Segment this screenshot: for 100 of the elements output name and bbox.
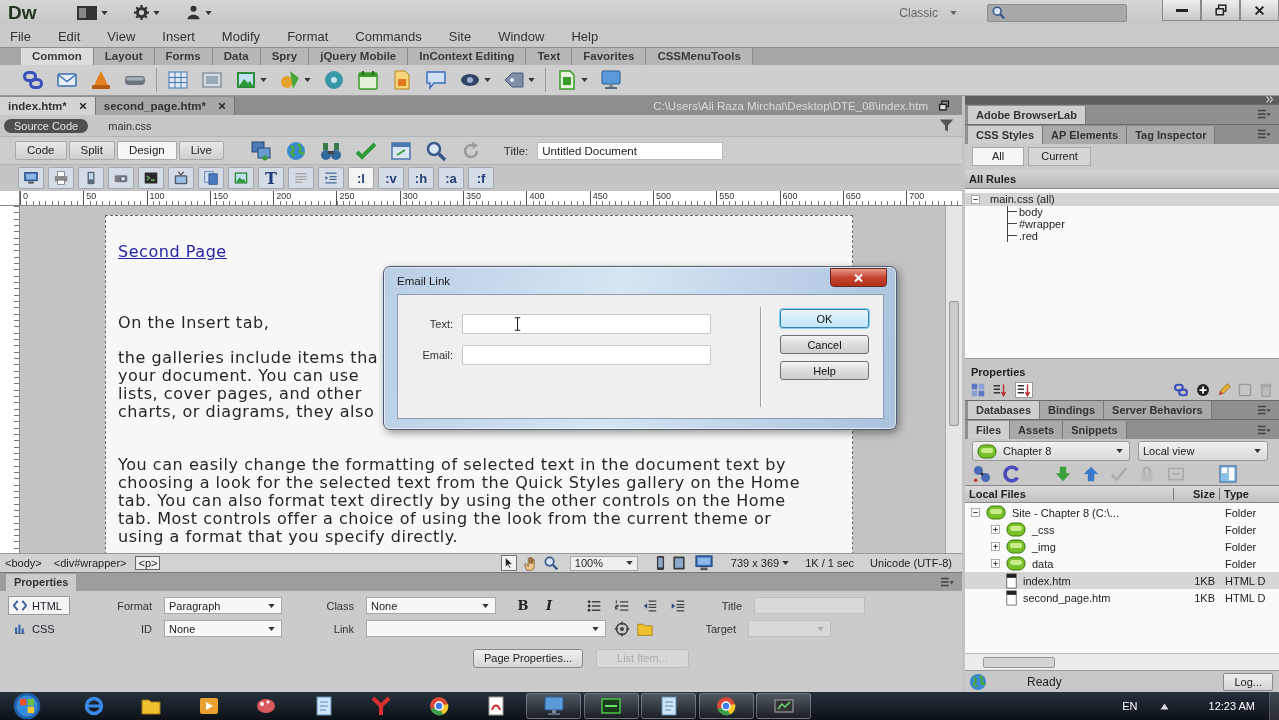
related-file-tab[interactable]: Source Code — [4, 118, 89, 133]
format-select[interactable]: Paragraph — [164, 597, 282, 614]
caret-icon[interactable] — [268, 603, 275, 608]
cone-icon[interactable] — [90, 70, 112, 90]
menu-item[interactable]: Window — [498, 28, 545, 44]
tree-item[interactable]: body — [1008, 205, 1069, 218]
taskbar-button[interactable] — [698, 693, 754, 719]
layout-icon[interactable] — [76, 5, 97, 20]
document-tab[interactable]: second_page.htm* — [95, 97, 236, 115]
horizontal-scrollbar[interactable] — [965, 653, 1279, 671]
view-button[interactable]: Design — [116, 141, 177, 160]
text-indent-icon[interactable] — [318, 167, 344, 189]
file-row[interactable]: Site - Chapter 8 (C:\... Folder — [965, 504, 1279, 522]
plus-circle-icon[interactable] — [1196, 382, 1210, 397]
pseudo-class-button[interactable]: :l — [348, 167, 374, 189]
printer-icon[interactable] — [48, 167, 74, 189]
monitor-icon[interactable] — [18, 167, 44, 189]
pencil-icon[interactable] — [1217, 382, 1231, 397]
hyperlink[interactable]: Second Page — [118, 243, 227, 261]
pseudo-class-button[interactable]: :h — [408, 167, 434, 189]
id-select[interactable]: None — [164, 620, 282, 637]
input-field[interactable] — [462, 345, 711, 365]
menu-item[interactable]: Site — [448, 28, 472, 44]
vertical-scrollbar[interactable] — [945, 206, 962, 553]
caret-icon[interactable] — [782, 561, 790, 565]
taskbar-button[interactable] — [583, 693, 639, 719]
menu-item[interactable]: Help — [571, 28, 599, 44]
folder-icon[interactable] — [141, 696, 161, 716]
view-button[interactable]: Live — [178, 141, 224, 160]
y-shape-icon[interactable] — [371, 696, 391, 716]
title-field[interactable]: Untitled Document — [537, 141, 724, 160]
menu-item[interactable]: File — [10, 28, 31, 44]
document-icon[interactable] — [486, 696, 506, 716]
window-panes-icon[interactable] — [1219, 465, 1237, 484]
arrow-up-icon[interactable] — [1083, 465, 1099, 484]
view-select[interactable]: Local view — [1138, 441, 1268, 462]
image-icon[interactable] — [228, 167, 254, 189]
panel-tab[interactable]: CSS Styles — [968, 125, 1044, 144]
column-header[interactable]: Size — [1193, 488, 1215, 501]
search-field[interactable] — [987, 3, 1127, 22]
double-arrow-icon[interactable] — [1266, 96, 1273, 104]
window-size-menu[interactable]: 739 x 369 — [730, 557, 790, 569]
tree-item[interactable]: .red — [1008, 229, 1069, 242]
class-select[interactable]: None — [366, 597, 496, 614]
insert-tab[interactable]: Data — [212, 48, 261, 65]
panel-menu-icon[interactable] — [1257, 405, 1271, 415]
magnifier-icon[interactable] — [424, 140, 447, 161]
pseudo-class-button[interactable]: :f — [468, 167, 494, 189]
menu-item[interactable]: View — [107, 28, 136, 44]
caret-icon[interactable] — [482, 603, 489, 608]
minimize-button[interactable] — [1162, 0, 1201, 21]
person-icon[interactable] — [185, 5, 201, 20]
caret-icon[interactable] — [100, 10, 108, 15]
language-indicator[interactable]: EN — [1122, 700, 1138, 712]
related-file-tab[interactable]: main.css — [98, 118, 162, 133]
tag-selector-item[interactable]: <p> — [135, 556, 161, 570]
monitor-icon[interactable] — [600, 70, 622, 90]
caret-icon[interactable] — [268, 626, 275, 631]
column-header[interactable]: Type — [1224, 488, 1249, 501]
caret-icon[interactable] — [260, 78, 267, 82]
menu-item[interactable]: Modify — [221, 28, 261, 44]
bold-button[interactable]: B — [516, 598, 530, 613]
play-icon[interactable] — [198, 696, 219, 716]
close-button[interactable] — [830, 268, 887, 287]
clock[interactable]: 12:23 AM — [1208, 700, 1255, 712]
caret-up-icon[interactable] — [1159, 702, 1169, 710]
menu-item[interactable]: Commands — [355, 28, 422, 44]
file-row[interactable]: _css Folder — [965, 521, 1279, 539]
numbered-list-icon[interactable] — [614, 598, 630, 613]
panel-tab[interactable]: Properties — [6, 574, 77, 591]
zoom-select[interactable]: 100% — [569, 555, 638, 571]
dialog-button[interactable]: Cancel — [780, 335, 869, 354]
caret-icon[interactable] — [625, 561, 633, 565]
segmented-circle-icon[interactable] — [428, 696, 449, 716]
insert-tab[interactable]: Common — [21, 48, 94, 65]
caret-icon[interactable] — [581, 78, 588, 82]
tv-icon[interactable] — [168, 167, 194, 189]
file-row[interactable]: index.htm 1KB HTML D — [965, 572, 1279, 590]
pointer-icon[interactable] — [500, 555, 517, 571]
pseudo-class-button[interactable]: :v — [378, 167, 404, 189]
zoom-icon[interactable] — [543, 556, 558, 570]
sort-icon[interactable] — [992, 382, 1008, 397]
check-icon[interactable] — [354, 140, 377, 161]
panel-tab[interactable]: Bindings — [1040, 401, 1105, 420]
input-field[interactable] — [462, 314, 711, 334]
expand-icon[interactable] — [991, 559, 1000, 569]
ring-icon[interactable] — [83, 696, 104, 716]
expand-icon[interactable] — [991, 525, 1000, 535]
table-icon[interactable] — [167, 70, 189, 90]
tree-item[interactable]: main.css (all) — [965, 192, 1279, 206]
palette-icon[interactable] — [256, 696, 276, 716]
caret-icon[interactable] — [1254, 449, 1261, 454]
tree-item[interactable]: #wrapper — [1008, 217, 1069, 230]
dialog-button[interactable]: OK — [780, 309, 869, 328]
menu-item[interactable]: Edit — [57, 28, 81, 44]
mode-button[interactable]: CSS — [8, 619, 70, 638]
notepad-icon[interactable] — [313, 696, 334, 716]
terminal-icon[interactable] — [138, 167, 164, 189]
italic-button[interactable]: I — [542, 598, 556, 613]
panel-tab[interactable]: Files — [968, 421, 1011, 440]
